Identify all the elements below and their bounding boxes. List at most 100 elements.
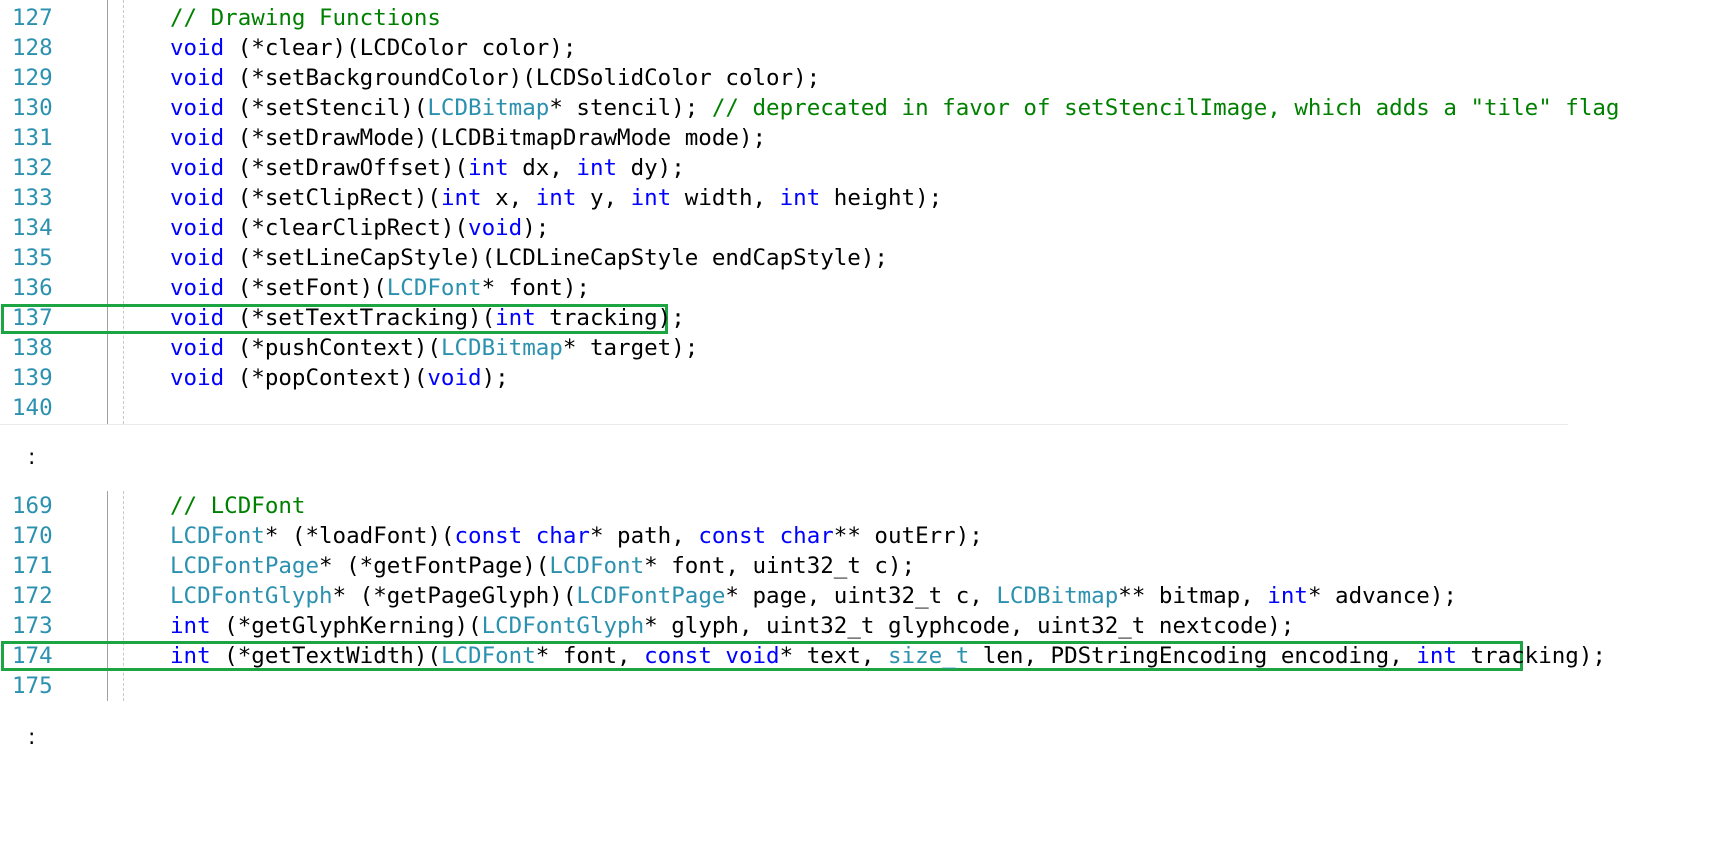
line-number: 130 (12, 95, 53, 121)
line-source: void (*pushContext)(LCDBitmap* target); (170, 333, 698, 363)
keyword-token: const (698, 523, 767, 549)
code-token: ** bitmap, (1118, 583, 1268, 609)
code-line-132: 132 void (*setDrawOffset)(int dx, int dy)… (0, 153, 1716, 183)
code-token: * advance); (1307, 583, 1457, 609)
code-token: * target); (562, 335, 699, 361)
keyword-token: const (454, 523, 523, 549)
line-number: 137 (12, 305, 53, 331)
keyword-token: int (468, 155, 509, 181)
type-token: LCDFontPage (170, 553, 320, 579)
line-number: 131 (12, 125, 53, 151)
code-token: * page, uint32_t c, (725, 583, 997, 609)
line-number: 170 (12, 523, 53, 549)
line-number: 139 (12, 365, 53, 391)
code-line-173: 173 int (*getGlyphKerning)(LCDFontGlyph* … (0, 611, 1716, 641)
code-token: height); (820, 185, 943, 211)
code-lines: 169// LCDFont 170 LCDFont* (*loadFont)(con… (0, 491, 1716, 701)
keyword-token: char (779, 523, 834, 549)
comment-token: // LCDFont (170, 493, 306, 519)
code-token: * path, (589, 523, 699, 549)
line-number: 174 (12, 643, 53, 669)
keyword-token: int (1416, 643, 1457, 669)
code-line-128: 128 void (*clear)(LCDColor color); (0, 33, 1716, 63)
block-bottom-border (0, 424, 1568, 425)
code-token: (*setBackgroundColor)(LCDSolidColor colo… (224, 65, 821, 91)
line-number: 129 (12, 65, 53, 91)
code-token: (*setStencil)( (224, 95, 428, 121)
keyword-token: void (170, 95, 225, 121)
keyword-token: char (535, 523, 590, 549)
code-token: width, (671, 185, 780, 211)
code-token: (*clear)(LCDColor color); (224, 35, 577, 61)
code-line-129: 129 void (*setBackgroundColor)(LCDSolidCo… (0, 63, 1716, 93)
type-token: LCDBitmap (996, 583, 1119, 609)
line-number: 169 (12, 493, 53, 519)
code-token: * font, uint32_t c); (644, 553, 916, 579)
code-token: ); (481, 365, 509, 391)
type-token: LCDFont (549, 553, 645, 579)
code-token: * font, (535, 643, 645, 669)
line-source: void (*setDrawMode)(LCDBitmapDrawMode mo… (170, 123, 766, 153)
type-token: LCDFontGlyph (170, 583, 333, 609)
line-number: 132 (12, 155, 53, 181)
comment-token: // deprecated in favor of setStencilImag… (711, 95, 1620, 121)
code-token: ); (522, 215, 550, 241)
code-line-139: 139 void (*popContext)(void); (0, 363, 1716, 393)
code-line-131: 131 void (*setDrawMode)(LCDBitmapDrawMode… (0, 123, 1716, 153)
keyword-token: int (440, 185, 482, 211)
code-token: (*clearClipRect)( (224, 215, 469, 241)
code-line-140: 140 (0, 393, 1716, 423)
keyword-token: void (468, 215, 523, 241)
code-token: * (*getPageGlyph)( (332, 583, 577, 609)
line-source: void (*clear)(LCDColor color); (170, 33, 576, 63)
code-token: len, PDStringEncoding encoding, (969, 643, 1417, 669)
code-line-171: 171 LCDFontPage* (*getFontPage)(LCDFont* … (0, 551, 1716, 581)
line-source: void (*setStencil)(LCDBitmap* stencil); … (170, 93, 1619, 123)
keyword-token: void (170, 215, 225, 241)
type-token: LCDBitmap (440, 335, 563, 361)
code-line-130: 130 void (*setStencil)(LCDBitmap* stencil… (0, 93, 1716, 123)
code-token: (*getTextWidth)( (210, 643, 441, 669)
code-block-drawing-functions: 127 // Drawing Functions 128 void (*clear)(… (0, 0, 1716, 425)
code-line-175: 175 (0, 671, 1716, 701)
line-number: 173 (12, 613, 53, 639)
type-token: LCDFont (440, 643, 536, 669)
line-source: LCDFont* (*loadFont)(const char* path, c… (170, 521, 983, 551)
code-token: * glyph, uint32_t glyphcode, uint32_t ne… (644, 613, 1295, 639)
keyword-token: void (170, 35, 225, 61)
line-number: 171 (12, 553, 53, 579)
keyword-token: int (170, 613, 211, 639)
line-number: 172 (12, 583, 53, 609)
code-token: (*pushContext)( (224, 335, 441, 361)
line-number: 134 (12, 215, 53, 241)
keyword-token: void (170, 125, 225, 151)
code-token: (*setClipRect)( (224, 185, 441, 211)
code-line-172: 172 LCDFontGlyph* (*getPageGlyph)(LCDFont… (0, 581, 1716, 611)
line-number: 135 (12, 245, 53, 271)
code-token: * (*loadFont)( (264, 523, 455, 549)
keyword-token: int (1267, 583, 1308, 609)
code-token: (*setFont)( (224, 275, 387, 301)
line-source: void (*popContext)(void); (170, 363, 509, 393)
keyword-token: int (170, 643, 211, 669)
code-lines: 127 // Drawing Functions 128 void (*clear)(… (0, 3, 1716, 423)
line-source: int (*getTextWidth)(LCDFont* font, const… (170, 641, 1606, 671)
code-token: y, (576, 185, 631, 211)
keyword-token: const (644, 643, 712, 669)
code-line-127: 127 // Drawing Functions (0, 3, 1716, 33)
line-source: void (*setDrawOffset)(int dx, int dy); (170, 153, 685, 183)
code-line-135: 135 void (*setLineCapStyle)(LCDLineCapSty… (0, 243, 1716, 273)
code-token: tracking); (535, 305, 685, 331)
keyword-token: int (495, 305, 536, 331)
code-line-138: 138 void (*pushContext)(LCDBitmap* target… (0, 333, 1716, 363)
line-source: void (*setFont)(LCDFont* font); (170, 273, 590, 303)
code-line-133: 133 void (*setClipRect)(int x, int y, int… (0, 183, 1716, 213)
code-token: dx, (508, 155, 577, 181)
line-source: void (*setClipRect)(int x, int y, int wi… (170, 183, 942, 213)
code-token: (*setDrawMode)(LCDBitmapDrawMode mode); (224, 125, 767, 151)
keyword-token: void (170, 155, 225, 181)
keyword-token: void (427, 365, 482, 391)
line-source: void (*setBackgroundColor)(LCDSolidColor… (170, 63, 820, 93)
